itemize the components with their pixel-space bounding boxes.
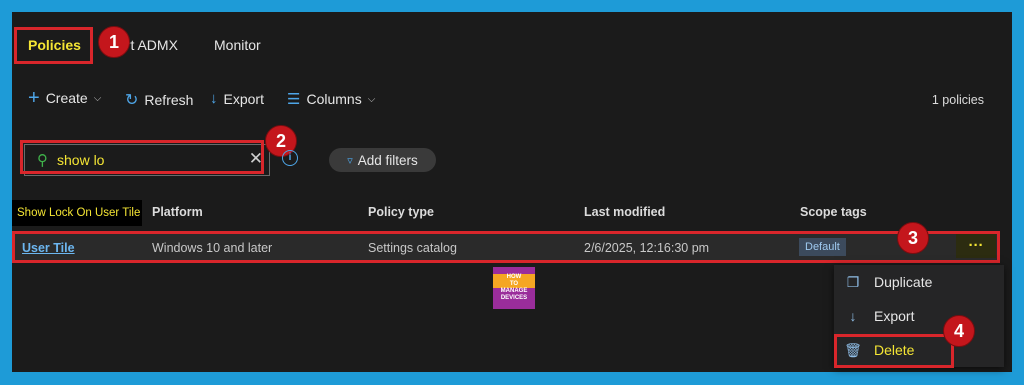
menu-item-export[interactable]: ↓ Export	[834, 299, 1004, 333]
column-header-scope-tags[interactable]: Scope tags	[800, 205, 867, 219]
columns-icon: ☰	[287, 91, 301, 108]
duplicate-icon: ❐	[846, 273, 860, 290]
columns-label: Columns	[306, 91, 362, 107]
add-filters-button[interactable]: ▿ Add filters	[329, 148, 436, 172]
menu-item-duplicate[interactable]: ❐ Duplicate	[834, 265, 1004, 299]
policy-count: 1 policies	[931, 93, 984, 107]
logo-line-2: TO	[493, 281, 535, 288]
add-filters-label: Add filters	[357, 152, 418, 168]
annotation-box-2	[20, 140, 264, 174]
column-header-last-modified[interactable]: Last modified	[584, 205, 665, 219]
column-header-policy-type[interactable]: Policy type	[368, 205, 434, 219]
download-icon: ↓	[210, 90, 218, 107]
duplicate-label: Duplicate	[874, 274, 933, 290]
tooltip-text: Show Lock On User Tile	[17, 207, 141, 219]
name-tooltip: Show Lock On User Tile	[12, 200, 142, 226]
chevron-down-icon: ⌵	[93, 92, 102, 104]
annotation-box-1	[14, 27, 93, 64]
intune-policies-panel: Policies ort ADMX Monitor 1 + Create ⌵ ↻…	[12, 12, 1012, 372]
logo-line-1: HOW	[493, 274, 535, 281]
refresh-button[interactable]: ↻ Refresh	[125, 90, 193, 110]
chevron-down-icon: ⌵	[367, 93, 376, 105]
annotation-box-3	[12, 231, 1000, 263]
columns-button[interactable]: ☰ Columns ⌵	[287, 90, 375, 108]
refresh-icon: ↻	[125, 92, 139, 109]
plus-icon: +	[28, 87, 40, 109]
create-label: Create	[45, 90, 88, 106]
annotation-box-4	[834, 334, 954, 368]
callout-badge-4: 4	[943, 315, 975, 347]
logo-line-3: MANAGE	[500, 288, 528, 294]
callout-badge-1: 1	[98, 26, 130, 58]
how-to-manage-devices-logo: HOW TO MANAGE DEVICES	[493, 267, 535, 309]
create-button[interactable]: + Create ⌵	[28, 87, 102, 109]
export-label: Export	[874, 308, 915, 324]
column-header-platform[interactable]: Platform	[152, 205, 203, 219]
download-icon: ↓	[849, 308, 857, 324]
tab-monitor[interactable]: Monitor	[214, 37, 261, 53]
refresh-label: Refresh	[144, 92, 194, 108]
logo-line-4: DEVICES	[500, 295, 528, 301]
callout-badge-3: 3	[897, 222, 929, 254]
info-icon[interactable]: i	[282, 150, 298, 166]
filter-icon: ▿	[347, 154, 353, 167]
export-label: Export	[223, 90, 264, 107]
export-button[interactable]: ↓ Export	[210, 90, 264, 107]
